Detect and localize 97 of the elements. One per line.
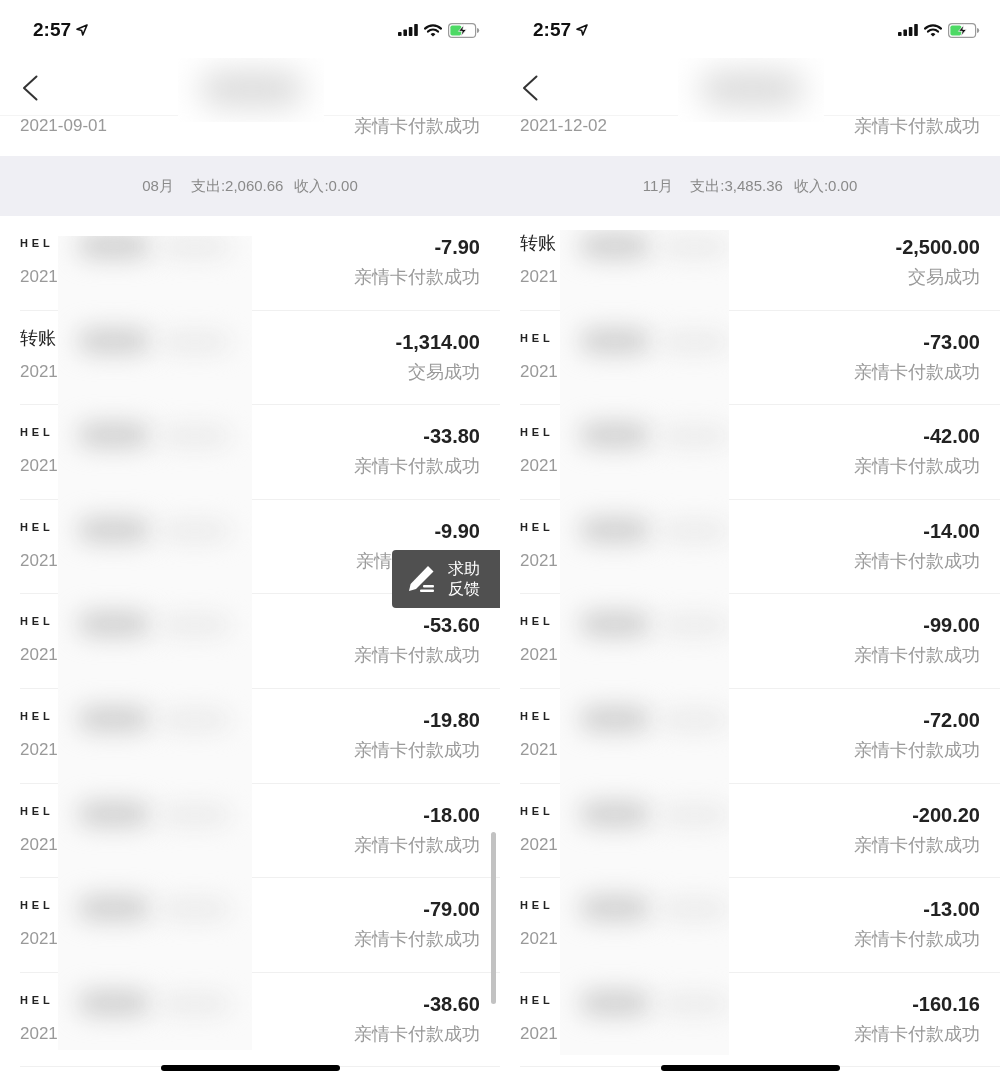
transaction-amount: -7.90 xyxy=(434,235,480,260)
status-time: 2:57 xyxy=(533,19,572,41)
transaction-status: 亲情卡付款成功 xyxy=(354,116,480,136)
transaction-date: 2021 xyxy=(520,1023,558,1044)
transaction-title: HEL xyxy=(20,898,55,914)
transaction-status: 亲情卡付款成功 xyxy=(854,116,980,136)
transaction-status: 亲情卡付款成功 xyxy=(354,1023,480,1044)
transaction-status: 亲情卡付款成功 xyxy=(854,550,980,571)
transaction-date: 2021 xyxy=(20,834,58,855)
transaction-date: 2021 xyxy=(20,361,58,382)
transaction-status: 亲情卡付款成功 xyxy=(854,456,980,477)
back-button[interactable] xyxy=(22,74,38,101)
transaction-date: 2021-12-02 xyxy=(520,116,607,136)
signal-icon xyxy=(398,24,418,36)
transaction-status: 亲情卡付款成功 xyxy=(854,645,980,666)
transaction-title: HEL xyxy=(20,992,55,1008)
transaction-status: 亲情卡付款成功 xyxy=(354,456,480,477)
battery-icon xyxy=(448,22,480,38)
expense-total: 支出:3,485.36 xyxy=(690,176,783,196)
income-total: 收入:0.00 xyxy=(294,176,358,196)
feedback-button[interactable]: 求助反馈 xyxy=(392,550,500,608)
transaction-date: 2021 xyxy=(520,361,558,382)
transaction-amount: -33.80 xyxy=(423,424,480,450)
income-total: 收入:0.00 xyxy=(793,176,858,196)
transaction-date: 2021 xyxy=(20,267,58,287)
transaction-amount: -14.00 xyxy=(923,518,980,544)
transaction-status: 亲情卡付款成功 xyxy=(354,739,480,760)
transaction-title: HEL xyxy=(20,425,55,441)
transaction-date: 2021 xyxy=(20,550,58,571)
transaction-status: 亲情卡付款成功 xyxy=(854,929,980,950)
transaction-title: HEL xyxy=(520,425,555,441)
transaction-status: 亲情 xyxy=(356,550,392,571)
transaction-title: HEL xyxy=(520,803,555,819)
transaction-amount: -18.00 xyxy=(423,802,480,828)
wifi-icon xyxy=(424,23,442,37)
transaction-date: 2021-09-01 xyxy=(20,116,107,136)
chevron-left-icon xyxy=(22,74,38,101)
transaction-status: 亲情卡付款成功 xyxy=(354,929,480,950)
transaction-title: HEL xyxy=(520,992,555,1008)
transaction-date: 2021 xyxy=(20,739,58,760)
transaction-status: 交易成功 xyxy=(408,361,480,382)
transaction-date: 2021 xyxy=(20,929,58,950)
status-time: 2:57 xyxy=(33,19,72,41)
expense-total: 支出:2,060.66 xyxy=(190,176,284,196)
transaction-status: 亲情卡付款成功 xyxy=(854,834,980,855)
battery-icon xyxy=(948,22,980,38)
transaction-amount: -200.20 xyxy=(912,802,980,828)
transaction-amount: -38.60 xyxy=(423,991,480,1017)
transaction-amount: -1,314.00 xyxy=(395,329,480,355)
transaction-amount: -160.16 xyxy=(912,991,980,1017)
transaction-status: 亲情卡付款成功 xyxy=(354,645,480,666)
transaction-amount: -19.80 xyxy=(423,707,480,733)
transaction-amount: -9.90 xyxy=(434,518,480,544)
transaction-amount: -42.00 xyxy=(923,424,980,450)
transaction-status: 亲情卡付款成功 xyxy=(854,361,980,382)
transaction-title: HEL xyxy=(20,803,55,819)
location-arrow-icon xyxy=(576,24,589,36)
chevron-left-icon xyxy=(522,74,538,101)
transaction-date: 2021 xyxy=(520,456,558,477)
transaction-date: 2021 xyxy=(520,267,558,287)
transaction-title: HEL xyxy=(20,708,55,724)
wifi-icon xyxy=(924,23,942,37)
month-label: 08月 xyxy=(142,176,174,196)
transaction-amount: -73.00 xyxy=(923,329,980,355)
transaction-title: HEL xyxy=(20,236,55,251)
transaction-title: 转账 xyxy=(520,233,557,253)
transaction-date: 2021 xyxy=(520,550,558,571)
transaction-amount: -53.60 xyxy=(423,613,480,639)
transaction-title: HEL xyxy=(520,708,555,724)
transaction-date: 2021 xyxy=(20,1023,58,1044)
transaction-date: 2021 xyxy=(520,739,558,760)
signal-icon xyxy=(898,24,918,36)
location-arrow-icon xyxy=(76,24,89,36)
transaction-amount: -79.00 xyxy=(423,897,480,923)
transaction-title: 转账 xyxy=(20,327,57,348)
transaction-title: HEL xyxy=(20,519,55,535)
transaction-amount: -99.00 xyxy=(923,613,980,639)
transaction-date: 2021 xyxy=(20,456,58,477)
transaction-date: 2021 xyxy=(520,645,558,666)
transaction-status: 亲情卡付款成功 xyxy=(354,267,480,287)
transaction-amount: -13.00 xyxy=(923,897,980,923)
transaction-status: 亲情卡付款成功 xyxy=(854,1023,980,1044)
transaction-title: HEL xyxy=(520,519,555,535)
transaction-amount: -2,500.00 xyxy=(895,235,980,260)
transaction-amount: -72.00 xyxy=(923,707,980,733)
transaction-title: HEL xyxy=(20,614,55,630)
month-label: 11月 xyxy=(642,176,674,196)
transaction-title: HEL xyxy=(520,614,555,630)
back-button[interactable] xyxy=(522,74,538,101)
transaction-status: 亲情卡付款成功 xyxy=(854,739,980,760)
transaction-date: 2021 xyxy=(520,834,558,855)
transaction-title: HEL xyxy=(520,898,555,914)
transaction-date: 2021 xyxy=(20,645,58,666)
transaction-status: 交易成功 xyxy=(908,267,980,287)
transaction-status: 亲情卡付款成功 xyxy=(354,834,480,855)
transaction-title: HEL xyxy=(520,330,555,346)
transaction-date: 2021 xyxy=(520,929,558,950)
